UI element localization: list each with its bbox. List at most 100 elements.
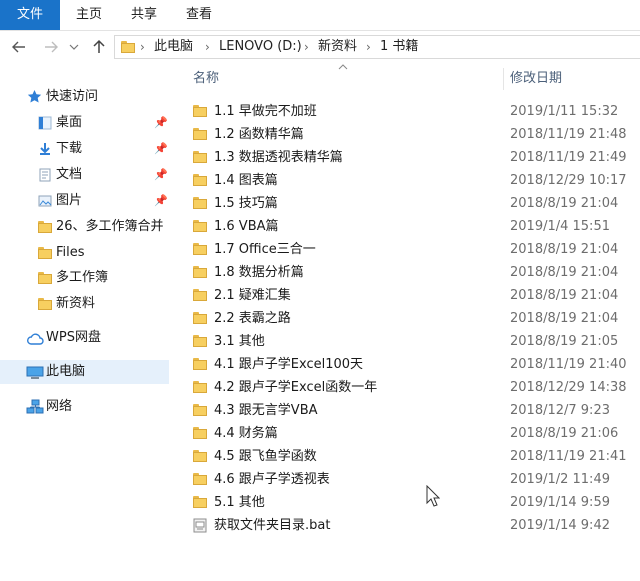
file-modified-date: 2019/1/2 11:49 (510, 472, 610, 487)
folder-row[interactable]: 4.2 跟卢子学Excel函数一年 2018/12/29 14:38 (185, 376, 640, 399)
sidebar-item-folder[interactable]: Files (0, 241, 169, 265)
download-icon (38, 141, 52, 165)
file-name: 1.5 技巧篇 (214, 196, 278, 211)
folder-row[interactable]: 1.5 技巧篇 2018/8/19 21:04 (185, 192, 640, 215)
folder-icon (193, 266, 207, 278)
file-modified-date: 2018/8/19 21:06 (510, 426, 619, 441)
folder-row[interactable]: 1.1 早做完不加班 2019/1/11 15:32 (185, 100, 640, 123)
pin-icon: 📌 (154, 116, 168, 129)
chevron-down-icon (69, 44, 79, 50)
tab-view[interactable]: 查看 (181, 0, 217, 30)
folder-icon (193, 404, 207, 416)
file-modified-date: 2019/1/4 15:51 (510, 219, 610, 234)
file-modified-date: 2018/8/19 21:05 (510, 334, 619, 349)
sidebar-item-label: Files (56, 245, 85, 260)
breadcrumb-drive[interactable]: LENOVO (D:) (219, 36, 302, 58)
sidebar-item-downloads[interactable]: 下载 📌 (0, 137, 169, 161)
folder-row[interactable]: 1.4 图表篇 2018/12/29 10:17 (185, 169, 640, 192)
file-modified-date: 2018/8/19 21:04 (510, 265, 619, 280)
forward-button[interactable] (40, 33, 62, 61)
folder-icon (38, 272, 52, 284)
sidebar-item-pictures[interactable]: 图片 📌 (0, 189, 169, 213)
folder-icon (193, 496, 207, 508)
file-name: 5.1 其他 (214, 495, 265, 510)
batch-file-icon (193, 518, 207, 541)
up-button[interactable] (88, 33, 110, 61)
sort-ascending-icon (338, 62, 348, 73)
sidebar-item-folder[interactable]: 26、多工作簿合并 (0, 215, 169, 239)
folder-row[interactable]: 4.4 财务篇 2018/8/19 21:06 (185, 422, 640, 445)
file-name: 4.2 跟卢子学Excel函数一年 (214, 380, 378, 395)
sidebar-item-wps-cloud[interactable]: WPS网盘 (0, 326, 169, 350)
pin-icon: 📌 (154, 168, 168, 181)
arrow-right-icon (45, 41, 58, 53)
sidebar-item-documents[interactable]: 文档 📌 (0, 163, 169, 187)
folder-row[interactable]: 2.2 表霸之路 2018/8/19 21:04 (185, 307, 640, 330)
folder-row[interactable]: 4.5 跟飞鱼学函数 2018/11/19 21:41 (185, 445, 640, 468)
folder-icon (38, 221, 52, 233)
breadcrumb-folder[interactable]: 新资料 (318, 36, 357, 58)
folder-row[interactable]: 1.7 Office三合一 2018/8/19 21:04 (185, 238, 640, 261)
sidebar-item-quick-access[interactable]: 快速访问 (0, 85, 169, 109)
folder-row[interactable]: 1.8 数据分析篇 2018/8/19 21:04 (185, 261, 640, 284)
file-modified-date: 2018/12/7 9:23 (510, 403, 610, 418)
folder-row[interactable]: 1.2 函数精华篇 2018/11/19 21:48 (185, 123, 640, 146)
file-modified-date: 2018/11/19 21:49 (510, 150, 627, 165)
folder-row[interactable]: 3.1 其他 2018/8/19 21:05 (185, 330, 640, 353)
navigation-bar: › 此电脑 › LENOVO (D:) › 新资料 › 1 书籍 (0, 33, 640, 61)
column-header-name[interactable]: 名称 (193, 64, 219, 94)
file-modified-date: 2019/1/14 9:42 (510, 518, 610, 533)
tab-home[interactable]: 主页 (71, 0, 107, 30)
folder-icon (38, 298, 52, 310)
cloud-icon (26, 331, 44, 355)
file-modified-date: 2018/8/19 21:04 (510, 288, 619, 303)
file-modified-date: 2019/1/14 9:59 (510, 495, 610, 510)
folder-row[interactable]: 4.3 跟无言学VBA 2018/12/7 9:23 (185, 399, 640, 422)
folder-row[interactable]: 2.1 疑难汇集 2018/8/19 21:04 (185, 284, 640, 307)
column-divider[interactable] (503, 68, 504, 90)
pin-icon: 📌 (154, 142, 168, 155)
breadcrumb-this-pc[interactable]: 此电脑 (154, 36, 193, 58)
sidebar-item-label: 快速访问 (46, 89, 99, 104)
sidebar-item-label: 此电脑 (46, 364, 86, 379)
column-header-date[interactable]: 修改日期 (510, 64, 562, 94)
folder-row[interactable]: 1.6 VBA篇 2019/1/4 15:51 (185, 215, 640, 238)
file-name: 1.2 函数精华篇 (214, 127, 304, 142)
folder-icon (193, 197, 207, 209)
sidebar-item-folder[interactable]: 多工作簿 (0, 266, 169, 290)
sidebar-item-this-pc[interactable]: 此电脑 (0, 360, 169, 384)
tab-share[interactable]: 共享 (126, 0, 162, 30)
folder-icon (193, 312, 207, 324)
breadcrumb-current[interactable]: 1 书籍 (380, 36, 418, 58)
folder-icon (193, 243, 207, 255)
file-modified-date: 2018/8/19 21:04 (510, 242, 619, 257)
folder-icon (193, 289, 207, 301)
folder-row[interactable]: 4.6 跟卢子学透视表 2019/1/2 11:49 (185, 468, 640, 491)
sidebar-item-network[interactable]: 网络 (0, 395, 169, 419)
address-bar[interactable]: › 此电脑 › LENOVO (D:) › 新资料 › 1 书籍 (114, 35, 640, 59)
file-name: 3.1 其他 (214, 334, 265, 349)
folder-row[interactable]: 5.1 其他 2019/1/14 9:59 (185, 491, 640, 514)
tab-file[interactable]: 文件 (0, 0, 60, 30)
folder-icon (121, 41, 135, 53)
sidebar-item-label: 网络 (46, 399, 73, 414)
sidebar-item-folder[interactable]: 新资料 (0, 292, 169, 316)
folder-icon (193, 473, 207, 485)
breadcrumb-separator: › (140, 40, 145, 54)
file-modified-date: 2018/8/19 21:04 (510, 311, 619, 326)
recent-locations-button[interactable] (63, 33, 85, 61)
sidebar-item-desktop[interactable]: 桌面 📌 (0, 111, 169, 135)
folder-row[interactable]: 1.3 数据透视表精华篇 2018/11/19 21:49 (185, 146, 640, 169)
file-modified-date: 2018/11/19 21:40 (510, 357, 627, 372)
folder-row[interactable]: 4.1 跟卢子学Excel100天 2018/11/19 21:40 (185, 353, 640, 376)
folder-icon (193, 174, 207, 186)
star-icon (27, 89, 42, 113)
ribbon: 文件 主页 共享 查看 (0, 0, 640, 31)
breadcrumb-separator: › (205, 40, 210, 54)
folder-icon (193, 220, 207, 232)
folder-icon (193, 151, 207, 163)
file-name: 1.7 Office三合一 (214, 242, 316, 257)
sidebar-item-label: 图片 (56, 193, 83, 208)
back-button[interactable] (8, 33, 30, 61)
file-row[interactable]: 获取文件夹目录.bat 2019/1/14 9:42 (185, 514, 640, 537)
